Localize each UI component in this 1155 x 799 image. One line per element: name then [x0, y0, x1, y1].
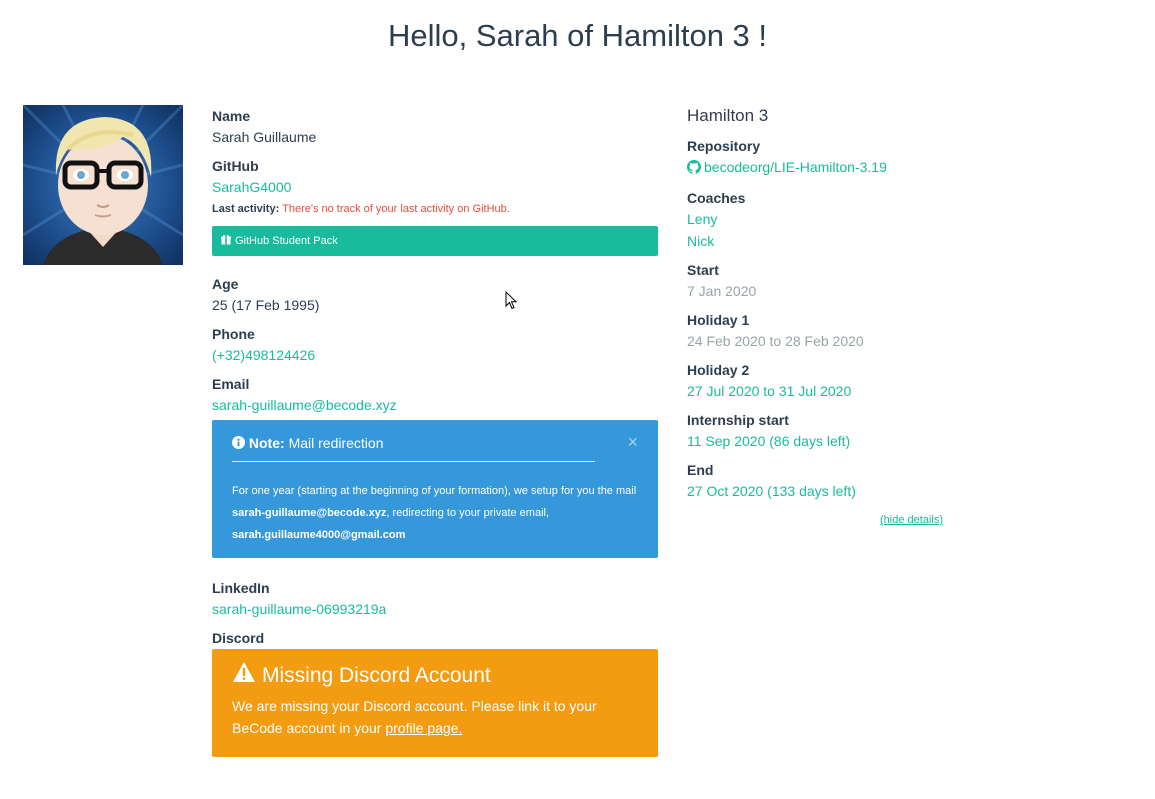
discord-alert-title: Missing Discord Account	[232, 661, 638, 691]
discord-alert-title-text: Missing Discord Account	[262, 664, 491, 687]
email-label: Email	[212, 376, 250, 392]
end-value: 27 Oct 2020 (133 days left)	[687, 483, 856, 499]
github-label: GitHub	[212, 158, 259, 174]
note-body-text-2: , redirecting to your private email,	[386, 507, 550, 519]
start-label: Start	[687, 262, 719, 278]
holiday1-value: 24 Feb 2020 to 28 Feb 2020	[687, 333, 864, 349]
holiday2-label: Holiday 2	[687, 362, 750, 378]
profile-page-link[interactable]: profile page.	[385, 720, 462, 736]
internship-value: 11 Sep 2020 (86 days left)	[687, 433, 851, 449]
repository-name: becodeorg/LIE-Hamilton-3.19	[704, 159, 887, 175]
age-value: 25 (17 Feb 1995)	[212, 297, 320, 313]
last-activity: Last activity: There's no track of your …	[212, 202, 658, 216]
github-student-pack-button[interactable]: GitHub Student Pack	[212, 226, 658, 256]
gift-icon	[221, 234, 231, 248]
coaches-label: Coaches	[687, 190, 746, 206]
avatar	[23, 105, 183, 265]
internship-label: Internship start	[687, 412, 789, 428]
note-divider	[232, 461, 595, 462]
close-icon[interactable]: ×	[627, 432, 638, 453]
holiday2-value: 27 Jul 2020 to 31 Jul 2020	[687, 383, 852, 399]
note-title-text: Mail redirection	[288, 435, 384, 451]
missing-discord-alert: Missing Discord Account We are missing y…	[212, 649, 658, 757]
coach-link-leny[interactable]: Leny	[687, 211, 717, 227]
hide-details-link[interactable]: (hide details)	[687, 514, 943, 526]
cohort-column: Hamilton 3 Repository becodeorg/LIE-Hami…	[687, 106, 943, 526]
start-value: 7 Jan 2020	[687, 283, 757, 299]
page-greeting: Hello, Sarah of Hamilton 3 !	[387, 18, 768, 53]
phone-label: Phone	[212, 326, 255, 342]
note-body-mail: sarah-guillaume@becode.xyz	[232, 507, 387, 519]
note-title: Note: Mail redirection	[232, 434, 638, 452]
phone-link[interactable]: (+32)498124426	[212, 347, 315, 363]
name-label: Name	[212, 108, 251, 124]
note-body: For one year (starting at the beginning …	[232, 480, 638, 546]
last-activity-value: There's no track of your last activity o…	[282, 203, 510, 215]
discord-label: Discord	[212, 630, 265, 646]
end-label: End	[687, 462, 714, 478]
note-title-bold: Note:	[248, 435, 285, 451]
linkedin-label: LinkedIn	[212, 580, 270, 596]
email-link[interactable]: sarah-guillaume@becode.xyz	[212, 397, 397, 413]
profile-column: Name Sarah Guillaume GitHub SarahG4000 L…	[212, 106, 658, 757]
coach-link-nick[interactable]: Nick	[687, 233, 714, 249]
discord-alert-body: We are missing your Discord account. Ple…	[232, 695, 638, 739]
mail-redirection-note: Note: Mail redirection × For one year (s…	[212, 420, 658, 558]
last-activity-label: Last activity:	[212, 203, 280, 215]
student-pack-label: GitHub Student Pack	[235, 235, 338, 247]
note-body-text-1: For one year (starting at the beginning …	[232, 485, 637, 497]
repository-label: Repository	[687, 138, 761, 154]
github-icon	[687, 158, 701, 180]
repository-link[interactable]: becodeorg/LIE-Hamilton-3.19	[687, 159, 887, 175]
age-label: Age	[212, 276, 239, 292]
info-circle-icon	[232, 435, 249, 451]
cohort-name: Hamilton 3	[687, 106, 769, 125]
note-body-private-mail: sarah.guillaume4000@gmail.com	[232, 529, 406, 541]
holiday1-label: Holiday 1	[687, 312, 750, 328]
github-link[interactable]: SarahG4000	[212, 179, 291, 195]
warning-triangle-icon	[232, 661, 256, 691]
name-value: Sarah Guillaume	[212, 129, 317, 145]
mouse-cursor-icon	[505, 290, 519, 314]
linkedin-link[interactable]: sarah-guillaume-06993219a	[212, 601, 386, 617]
